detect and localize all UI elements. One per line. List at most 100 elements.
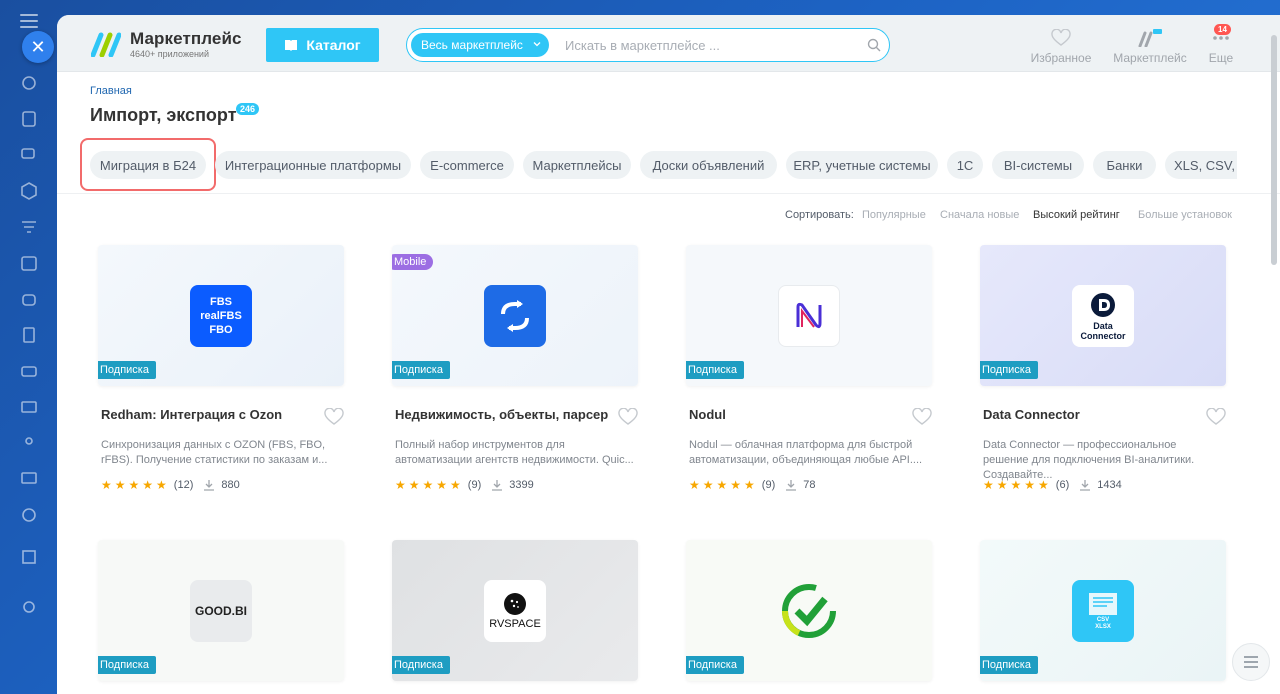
sort-popular[interactable]: Популярные <box>862 209 926 221</box>
data-connector-icon: Data Connector <box>1072 285 1134 347</box>
chip-marketplaces[interactable]: Маркетплейсы <box>523 151 631 179</box>
monitor-icon[interactable] <box>20 470 38 488</box>
marketplace-label: Маркетплейс <box>1113 51 1187 65</box>
users-icon[interactable] <box>20 434 38 452</box>
app-title: Недвижимость, объекты, парсер <box>395 407 609 422</box>
install-count: 3399 <box>509 479 534 491</box>
app-description: Полный набор инструментов для автоматиза… <box>395 439 634 466</box>
chip-ecommerce[interactable]: E-commerce <box>420 151 514 179</box>
chip-xls-csv[interactable]: XLS, CSV, X <box>1165 151 1237 179</box>
app-card[interactable]: RVSPACE Подписка <box>392 540 638 681</box>
review-count: (12) <box>173 479 194 491</box>
search-input[interactable] <box>565 35 855 55</box>
card-icon[interactable] <box>20 362 38 380</box>
heart-icon <box>1051 29 1071 46</box>
review-count: (9) <box>467 479 482 491</box>
checkmark-logo-icon <box>778 580 840 642</box>
app-card[interactable]: Mobile Подписка Недвижимость, объекты, п… <box>392 245 638 492</box>
download-icon <box>1080 480 1091 491</box>
app-description: Синхронизация данных с OZON (FBS, FBO, r… <box>101 439 328 466</box>
mobile-tag: Mobile <box>392 254 434 270</box>
chip-banks[interactable]: Банки <box>1093 151 1156 179</box>
subscription-tag: Подписка <box>980 361 1038 379</box>
favorites-button[interactable]: Избранное <box>1026 29 1096 65</box>
left-sidebar <box>0 0 58 694</box>
hexagon-icon[interactable] <box>20 182 38 200</box>
app-card[interactable]: Подписка Nodul Nodul — облачная платформ… <box>686 245 932 492</box>
marketplace-panel: Маркетплейс 4640+ приложений Каталог Вес… <box>57 15 1280 694</box>
sort-most-installed[interactable]: Больше установок <box>1138 209 1232 221</box>
sort-top-rated[interactable]: Высокий рейтинг <box>1033 209 1120 221</box>
app-count-badge: 246 <box>236 103 260 115</box>
list-icon <box>1244 656 1258 668</box>
search-bar: Весь маркетплейс <box>406 28 890 62</box>
catalog-label: Каталог <box>306 37 361 53</box>
download-icon <box>786 480 797 491</box>
download-icon <box>204 480 215 491</box>
book-icon <box>285 40 298 51</box>
chip-1c[interactable]: 1С <box>947 151 983 179</box>
rvspace-logo-icon: RVSPACE <box>484 580 546 642</box>
page-title: Импорт, экспорт <box>90 105 237 125</box>
document-icon[interactable] <box>20 326 38 344</box>
goodbi-logo-icon: GOOD.BI <box>190 580 252 642</box>
marketplace-button[interactable]: Маркетплейс <box>1110 29 1190 65</box>
app-card-image: GOOD.BI Подписка <box>98 540 344 681</box>
brand-subtitle: 4640+ приложений <box>130 49 209 59</box>
rating-stars: ★★★★★ <box>689 478 758 492</box>
heart-icon[interactable] <box>912 408 932 426</box>
chat-icon[interactable] <box>20 146 38 164</box>
app-description: Nodul — облачная платформа для быстрой а… <box>689 439 923 466</box>
divider <box>57 193 1280 194</box>
menu-fab-button[interactable] <box>1232 643 1270 681</box>
subscription-tag: Подписка <box>392 656 450 674</box>
app-card[interactable]: CSV XLSX Подписка <box>980 540 1226 681</box>
heart-icon[interactable] <box>324 408 344 426</box>
chip-integration-platforms[interactable]: Интеграционные платформы <box>215 151 411 179</box>
heart-icon[interactable] <box>618 408 638 426</box>
sort-label: Сортировать: <box>785 209 854 221</box>
app-card[interactable]: Data Connector Подписка Data Connector Da… <box>980 245 1226 492</box>
catalog-button[interactable]: Каталог <box>266 28 379 62</box>
chip-classifieds[interactable]: Доски объявлений <box>640 151 777 179</box>
app-card-image: RVSPACE Подписка <box>392 540 638 681</box>
chip-erp[interactable]: ERP, учетные системы <box>786 151 938 179</box>
app-meta: ★★★★★ (6) 1434 <box>983 478 1122 492</box>
robot-icon[interactable] <box>20 290 38 308</box>
apps-icon[interactable] <box>20 506 38 524</box>
breadcrumb[interactable]: Главная <box>90 85 132 97</box>
app-card[interactable]: Подписка <box>686 540 932 681</box>
subscription-tag: Подписка <box>392 361 450 379</box>
install-count: 1434 <box>1097 479 1122 491</box>
filter-icon[interactable] <box>20 218 38 236</box>
sort-newest[interactable]: Сначала новые <box>940 209 1019 221</box>
favorites-label: Избранное <box>1030 51 1092 65</box>
more-label: Еще <box>1208 51 1234 65</box>
calendar-icon[interactable] <box>20 254 38 272</box>
app-title: Nodul <box>689 407 726 422</box>
scrollbar[interactable] <box>1271 35 1277 265</box>
close-button[interactable]: ✕ <box>22 31 54 63</box>
app-meta: ★★★★★ (9) 78 <box>689 478 816 492</box>
heart-icon[interactable] <box>1206 408 1226 426</box>
chip-migration[interactable]: Миграция в Б24 <box>90 151 206 179</box>
app-card[interactable]: FBS realFBS FBO Подписка Redham: Интеграци… <box>98 245 344 492</box>
menu-icon[interactable] <box>20 14 38 28</box>
rating-stars: ★★★★★ <box>395 478 464 492</box>
chip-bi-systems[interactable]: BI-системы <box>992 151 1084 179</box>
mail-icon[interactable] <box>20 398 38 416</box>
search-scope-dropdown[interactable]: Весь маркетплейс <box>411 33 549 57</box>
grid-icon[interactable] <box>20 548 38 566</box>
subscription-tag: Подписка <box>980 656 1038 674</box>
fbs-icon: FBS realFBS FBO <box>190 285 252 347</box>
settings-icon[interactable] <box>20 598 38 616</box>
rating-stars: ★★★★★ <box>101 478 170 492</box>
feed-icon[interactable] <box>20 74 38 92</box>
search-icon[interactable] <box>867 38 881 52</box>
app-title: Redham: Интеграция с Ozon <box>101 407 283 422</box>
install-count: 78 <box>803 479 816 491</box>
tasks-icon[interactable] <box>20 110 38 128</box>
subscription-tag: Подписка <box>98 361 156 379</box>
app-card[interactable]: GOOD.BI Подписка <box>98 540 344 681</box>
top-bar: Маркетплейс 4640+ приложений Каталог Вес… <box>57 15 1280 72</box>
